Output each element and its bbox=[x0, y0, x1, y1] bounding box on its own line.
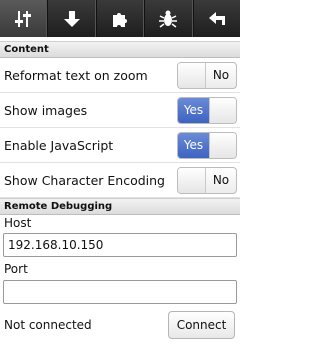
toggle-knob bbox=[209, 132, 236, 158]
setting-label: Reformat text on zoom bbox=[4, 67, 148, 83]
back-arrow-icon bbox=[208, 11, 225, 25]
toggle-enable-javascript[interactable]: Yes bbox=[177, 131, 237, 159]
toolbar-button-download[interactable] bbox=[47, 0, 96, 37]
toolbar-button-back[interactable] bbox=[192, 0, 240, 37]
port-input[interactable] bbox=[3, 280, 237, 304]
setting-row-reformat-text: Reformat text on zoom No bbox=[0, 58, 240, 93]
toggle-knob bbox=[178, 167, 206, 193]
toggle-reformat-text[interactable]: No bbox=[177, 61, 237, 89]
setting-label: Show images bbox=[4, 102, 88, 118]
host-input[interactable] bbox=[3, 233, 237, 257]
host-label: Host bbox=[4, 216, 32, 230]
toggle-state: No bbox=[212, 173, 230, 187]
puzzle-icon bbox=[113, 12, 128, 27]
setting-row-show-images: Show images Yes bbox=[0, 93, 240, 128]
setting-row-show-encoding: Show Character Encoding No bbox=[0, 163, 240, 198]
arrow-down-icon bbox=[63, 10, 80, 27]
setting-label: Show Character Encoding bbox=[4, 172, 165, 188]
toggle-show-images[interactable]: Yes bbox=[177, 96, 237, 124]
section-header-remote-debugging: Remote Debugging bbox=[0, 198, 240, 215]
sliders-icon bbox=[15, 10, 32, 27]
toggle-show-encoding[interactable]: No bbox=[177, 166, 237, 194]
section-header-content: Content bbox=[0, 41, 240, 58]
bug-icon bbox=[159, 10, 178, 28]
toggle-knob bbox=[209, 97, 236, 123]
toggle-knob bbox=[178, 62, 206, 88]
setting-label: Enable JavaScript bbox=[4, 137, 114, 153]
setting-row-enable-javascript: Enable JavaScript Yes bbox=[0, 128, 240, 163]
port-label: Port bbox=[4, 262, 28, 276]
connect-button[interactable]: Connect bbox=[168, 311, 235, 339]
toolbar bbox=[0, 0, 240, 37]
toggle-state: Yes bbox=[178, 132, 209, 158]
connection-status: Not connected bbox=[4, 318, 92, 332]
toolbar-button-plugins[interactable] bbox=[95, 0, 145, 37]
toggle-state: No bbox=[212, 68, 230, 82]
toolbar-button-debug[interactable] bbox=[144, 0, 193, 37]
toolbar-button-settings[interactable] bbox=[0, 0, 48, 37]
toggle-state: Yes bbox=[178, 97, 209, 123]
